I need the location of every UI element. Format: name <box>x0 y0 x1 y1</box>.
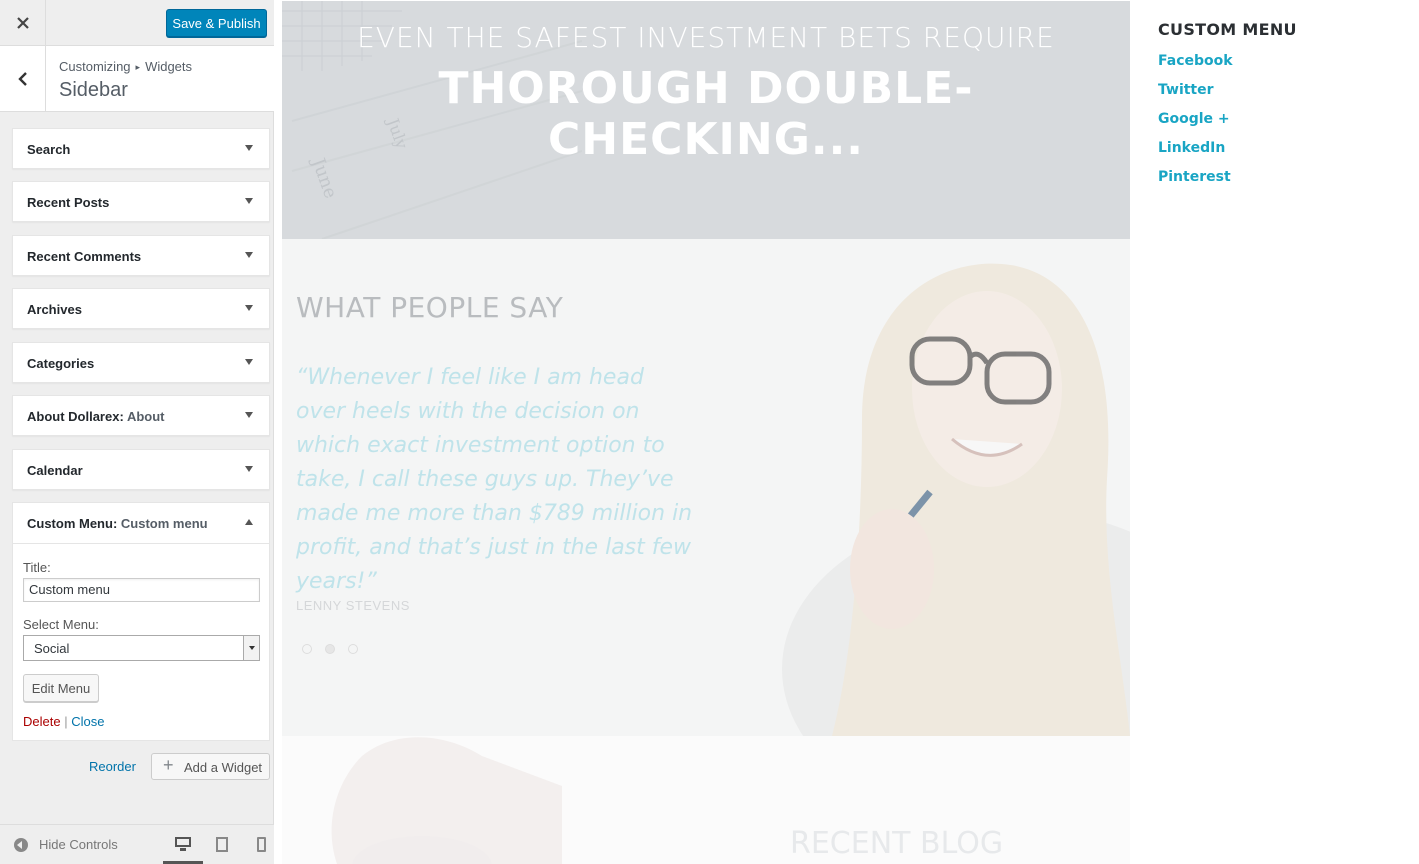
custom-menu-widget: CUSTOM MENU Facebook Twitter Google + Li… <box>1158 20 1297 198</box>
delete-link[interactable]: Delete <box>23 714 61 729</box>
slider-dot[interactable] <box>302 644 312 654</box>
menu-link-twitter[interactable]: Twitter <box>1158 82 1297 111</box>
hide-controls-button[interactable]: Hide Controls <box>14 837 118 852</box>
testimonials-section: WHAT PEOPLE SAY “Whenever I feel like I … <box>282 239 1130 736</box>
widget-title: Custom Menu: Custom menu <box>27 516 208 531</box>
widget-title: About Dollarex: About <box>27 409 164 424</box>
widget-actions: Delete | Close <box>23 714 104 729</box>
hide-controls-label: Hide Controls <box>39 837 118 852</box>
customizer-header: Save & Publish <box>0 0 274 46</box>
breadcrumb: Customizing ▸ Widgets <box>59 59 192 74</box>
widget-search[interactable]: Search <box>12 128 270 169</box>
menu-select-value: Social <box>34 641 70 656</box>
widget-recent-posts[interactable]: Recent Posts <box>12 181 270 222</box>
blog-section: RECENT BLOG ENTRIES <box>282 736 1130 864</box>
expand-arrow-icon[interactable] <box>245 252 253 258</box>
breadcrumb-root: Customizing <box>59 59 131 74</box>
site-preview: June July EVEN THE SAFEST INVESTMENT BET… <box>275 0 1419 864</box>
breadcrumb-separator-icon: ▸ <box>135 62 141 72</box>
action-separator: | <box>64 714 68 729</box>
collapse-arrow-circle-icon <box>14 837 28 852</box>
desktop-icon[interactable] <box>163 837 203 864</box>
widget-custom-menu-header[interactable]: Custom Menu: Custom menu <box>13 503 269 544</box>
slider-dot-active[interactable] <box>325 644 335 654</box>
widget-title: Categories <box>27 356 95 371</box>
widget-title-type: Custom Menu: <box>27 516 118 531</box>
widget-title: Search <box>27 142 71 157</box>
hero-banner: June July EVEN THE SAFEST INVESTMENT BET… <box>282 1 1130 239</box>
add-widget-button[interactable]: + Add a Widget <box>151 753 270 780</box>
menu-link-linkedin[interactable]: LinkedIn <box>1158 140 1297 169</box>
custom-menu-heading: CUSTOM MENU <box>1158 20 1297 39</box>
widget-about[interactable]: About Dollarex: About <box>12 395 270 436</box>
close-link[interactable]: Close <box>71 714 104 729</box>
add-widget-label: Add a Widget <box>184 760 263 775</box>
widget-title: Archives <box>27 302 82 317</box>
menu-link-google-plus[interactable]: Google + <box>1158 111 1297 140</box>
widget-title: Recent Posts <box>27 195 110 210</box>
hand-cup-image <box>331 737 562 864</box>
section-title: Sidebar <box>59 79 128 101</box>
edit-menu-button[interactable]: Edit Menu <box>23 674 99 702</box>
blog-heading: RECENT BLOG ENTRIES <box>790 826 1004 864</box>
widget-title-instance: About <box>126 409 165 424</box>
reorder-link[interactable]: Reorder <box>89 759 136 774</box>
expand-arrow-icon[interactable] <box>245 466 253 472</box>
widget-categories[interactable]: Categories <box>12 342 270 383</box>
slider-dots <box>302 644 358 654</box>
collapse-arrow-icon[interactable] <box>245 519 253 525</box>
close-icon[interactable] <box>0 0 46 46</box>
dropdown-arrow-icon[interactable] <box>243 636 259 660</box>
woman-portrait-image <box>782 263 1130 736</box>
hero-title: THOROUGH DOUBLE-CHECKING... <box>438 63 974 165</box>
customizer-footer: Hide Controls <box>0 824 274 864</box>
section-title-bar: Customizing ▸ Widgets Sidebar <box>0 46 274 112</box>
customizer-screen: Save & Publish Customizing ▸ Widgets Sideb… <box>0 0 1419 864</box>
widget-title-type: About Dollarex: <box>27 409 124 424</box>
plus-icon: + <box>163 755 174 775</box>
slider-dot[interactable] <box>348 644 358 654</box>
mobile-icon[interactable] <box>257 837 273 852</box>
widget-title: Recent Comments <box>27 249 142 264</box>
widget-archives[interactable]: Archives <box>12 288 270 329</box>
breadcrumb-current: Widgets <box>145 59 193 74</box>
menu-select[interactable]: Social <box>23 635 260 661</box>
title-field-label: Title: <box>23 560 51 575</box>
custom-menu-list: Facebook Twitter Google + LinkedIn Pinte… <box>1158 53 1297 198</box>
testimonial-author: LENNY STEVENS <box>296 598 410 613</box>
widget-title-instance: Custom menu <box>120 516 208 531</box>
widget-custom-menu: Custom Menu: Custom menu Title: Custom m… <box>12 502 270 741</box>
expand-arrow-icon[interactable] <box>245 305 253 311</box>
title-field[interactable]: Custom menu <box>23 578 260 602</box>
menu-link-facebook[interactable]: Facebook <box>1158 53 1297 82</box>
expand-arrow-icon[interactable] <box>245 359 253 365</box>
widget-title: Calendar <box>27 463 83 478</box>
hero-subtitle: EVEN THE SAFEST INVESTMENT BETS REQUIRE <box>357 21 1055 54</box>
expand-arrow-icon[interactable] <box>245 412 253 418</box>
tablet-icon[interactable] <box>216 837 232 852</box>
testimonials-heading: WHAT PEOPLE SAY <box>296 291 564 324</box>
customizer-sidebar: Save & Publish Customizing ▸ Widgets Sideb… <box>0 0 274 864</box>
testimonial-quote: “Whenever I feel like I am head over hee… <box>296 365 693 594</box>
save-publish-button[interactable]: Save & Publish <box>166 9 267 37</box>
widget-calendar[interactable]: Calendar <box>12 449 270 490</box>
widget-recent-comments[interactable]: Recent Comments <box>12 235 270 276</box>
expand-arrow-icon[interactable] <box>245 145 253 151</box>
expand-arrow-icon[interactable] <box>245 198 253 204</box>
menu-link-pinterest[interactable]: Pinterest <box>1158 169 1297 198</box>
back-arrow-icon[interactable] <box>0 46 46 112</box>
select-menu-label: Select Menu: <box>23 617 99 632</box>
